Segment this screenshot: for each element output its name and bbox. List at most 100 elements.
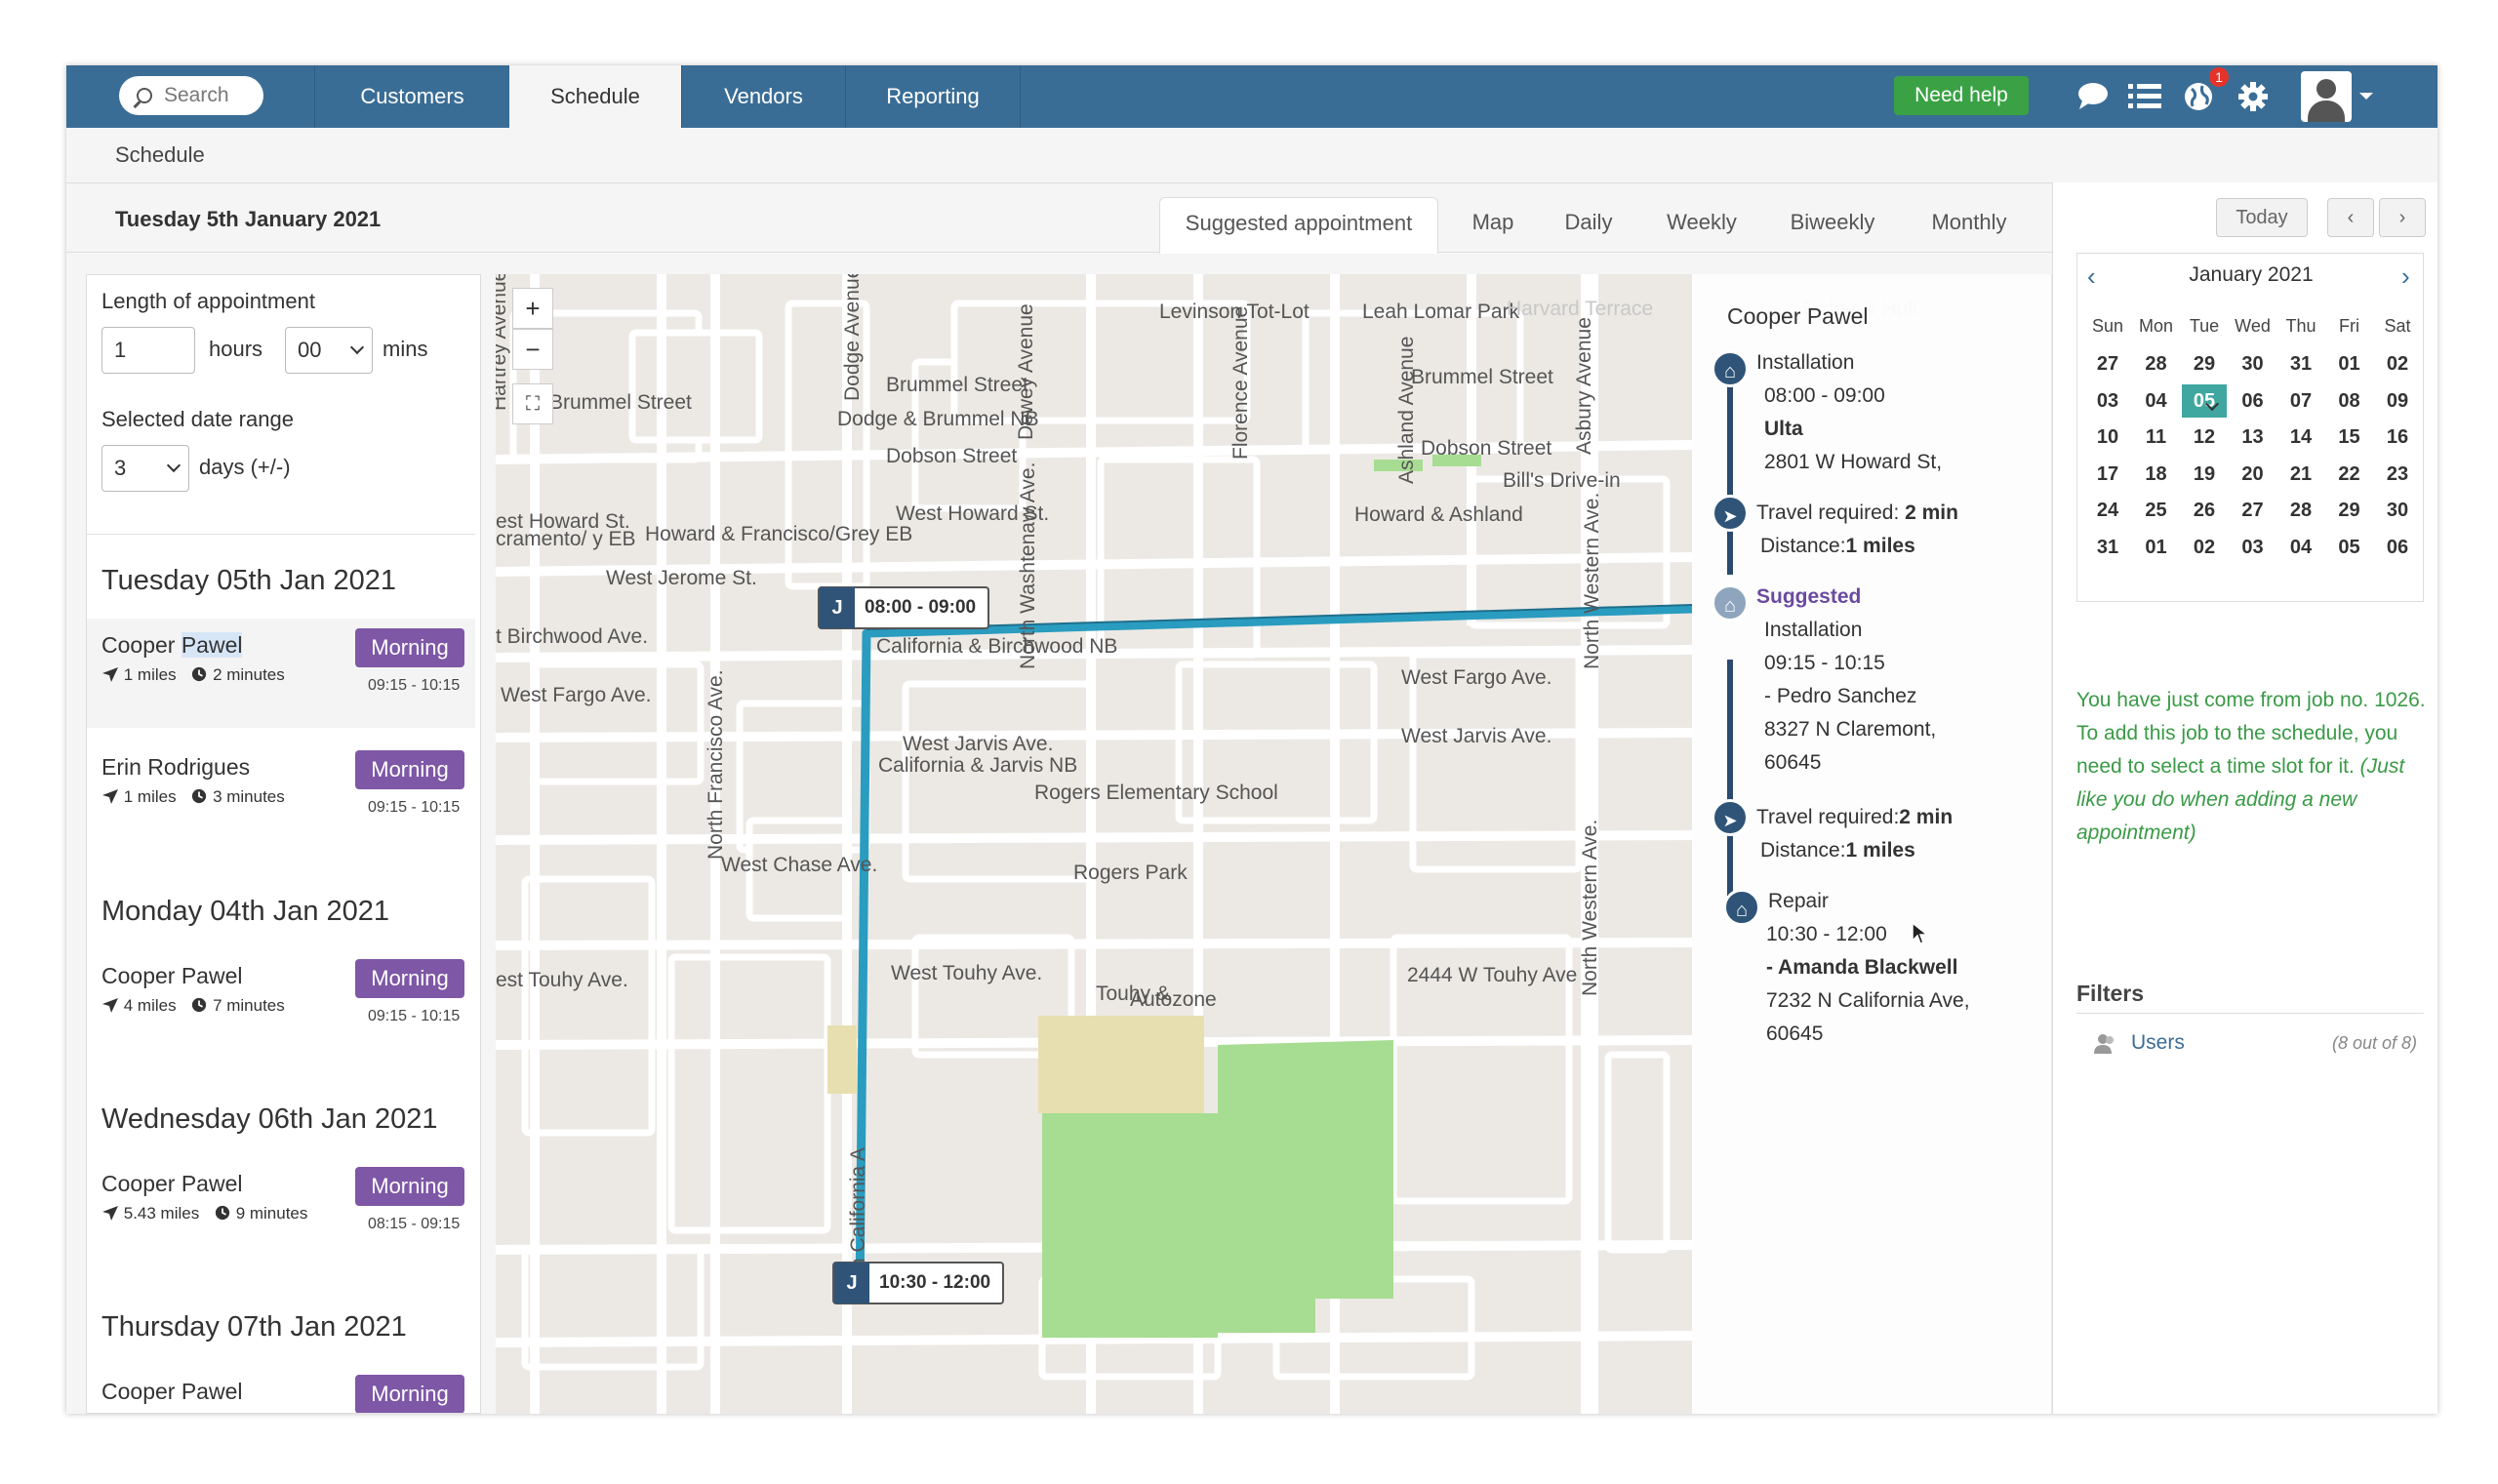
calendar-day[interactable]: 29 bbox=[2327, 494, 2372, 527]
breadcrumb: Schedule bbox=[115, 142, 205, 167]
next-week-button[interactable]: › bbox=[2379, 198, 2426, 237]
nav-tab-reporting[interactable]: Reporting bbox=[845, 65, 1021, 128]
zoom-out-button[interactable]: − bbox=[512, 329, 553, 370]
calendar-day[interactable]: 11 bbox=[2134, 421, 2179, 454]
list-item[interactable]: Cooper Pawel 1 miles 2 minutes Morning 0… bbox=[87, 619, 475, 728]
calendar-day[interactable]: 14 bbox=[2278, 421, 2323, 454]
calendar-day[interactable]: 27 bbox=[2085, 347, 2130, 381]
calendar-day[interactable]: 31 bbox=[2085, 531, 2130, 564]
tab-daily[interactable]: Daily bbox=[1542, 197, 1635, 248]
calendar-day[interactable]: 16 bbox=[2375, 421, 2420, 454]
calendar-day[interactable]: 19 bbox=[2182, 458, 2227, 491]
morning-button[interactable]: Morning bbox=[355, 1375, 464, 1413]
chevron-right-icon[interactable]: › bbox=[2401, 261, 2410, 292]
search-input[interactable]: Search bbox=[119, 76, 263, 115]
map[interactable]: Levinson Tot-Lot Leah Lomar Park Brummel S… bbox=[496, 274, 2052, 1414]
tab-biweekly[interactable]: Biweekly bbox=[1769, 197, 1896, 248]
mins-select[interactable]: 00 bbox=[285, 327, 373, 374]
today-button[interactable]: Today bbox=[2216, 198, 2308, 237]
calendar-day[interactable]: 20 bbox=[2231, 458, 2276, 491]
range-suffix: days (+/-) bbox=[199, 455, 291, 479]
calendar-day[interactable]: 28 bbox=[2278, 494, 2323, 527]
users-filter-link[interactable]: Users bbox=[2131, 1031, 2185, 1055]
list-icon[interactable] bbox=[2128, 81, 2161, 112]
calendar-day[interactable]: 15 bbox=[2327, 421, 2372, 454]
nav-tab-customers[interactable]: Customers bbox=[314, 65, 509, 128]
fullscreen-icon[interactable]: ⛶ bbox=[512, 383, 553, 424]
calendar-day[interactable]: 31 bbox=[2278, 347, 2323, 381]
calendar-weekday: Tue bbox=[2189, 316, 2220, 336]
calendar-day[interactable]: 06 bbox=[2231, 384, 2276, 418]
range-select[interactable]: 3 bbox=[101, 445, 189, 492]
calendar-day[interactable]: 30 bbox=[2375, 494, 2420, 527]
nav-tab-vendors[interactable]: Vendors bbox=[681, 65, 845, 128]
list-item[interactable]: Cooper Pawel 5.43 miles 9 minutes Mornin… bbox=[87, 1157, 475, 1266]
map-marker[interactable]: J 08:00 - 09:00 bbox=[818, 586, 990, 629]
chevron-down-icon[interactable] bbox=[2359, 93, 2373, 106]
calendar-day[interactable]: 03 bbox=[2231, 531, 2276, 564]
calendar-day[interactable]: 05 bbox=[2182, 383, 2227, 418]
calendar-day[interactable]: 22 bbox=[2327, 458, 2372, 491]
map-label: Leah Lomar Park bbox=[1362, 301, 1520, 323]
navigation-arrow-icon bbox=[102, 998, 118, 1013]
user-avatar[interactable] bbox=[2301, 71, 2352, 122]
calendar-day[interactable]: 17 bbox=[2085, 458, 2130, 491]
tab-suggested-appointment[interactable]: Suggested appointment bbox=[1159, 197, 1438, 254]
tab-monthly[interactable]: Monthly bbox=[1905, 197, 2034, 248]
tab-map[interactable]: Map bbox=[1452, 197, 1534, 248]
need-help-button[interactable]: Need help bbox=[1894, 76, 2029, 115]
calendar-day[interactable]: 04 bbox=[2134, 384, 2179, 418]
calendar-day[interactable]: 26 bbox=[2182, 494, 2227, 527]
gear-icon[interactable] bbox=[2236, 81, 2270, 112]
morning-button[interactable]: Morning bbox=[355, 750, 464, 789]
globe-icon[interactable] bbox=[2182, 81, 2215, 112]
calendar-day[interactable]: 08 bbox=[2327, 384, 2372, 418]
calendar-day[interactable]: 24 bbox=[2085, 494, 2130, 527]
morning-button[interactable]: Morning bbox=[355, 628, 464, 667]
calendar-day[interactable]: 05 bbox=[2327, 531, 2372, 564]
prev-week-button[interactable]: ‹ bbox=[2327, 198, 2374, 237]
morning-button[interactable]: Morning bbox=[355, 1167, 464, 1206]
home-icon: ⌂ bbox=[1712, 584, 1749, 622]
calendar-day[interactable]: 03 bbox=[2085, 384, 2130, 418]
calendar-day[interactable]: 02 bbox=[2375, 347, 2420, 381]
navigation-arrow-icon: ➤ bbox=[1712, 495, 1749, 532]
map-label: est Touhy Ave. bbox=[496, 969, 628, 991]
tab-weekly[interactable]: Weekly bbox=[1643, 197, 1760, 248]
range-label: Selected date range bbox=[101, 407, 294, 431]
calendar-day[interactable]: 09 bbox=[2375, 384, 2420, 418]
calendar-day[interactable]: 01 bbox=[2327, 347, 2372, 381]
calendar-day[interactable]: 04 bbox=[2278, 531, 2323, 564]
map-marker[interactable]: J 10:30 - 12:00 bbox=[832, 1262, 1005, 1304]
calendar-day[interactable]: 21 bbox=[2278, 458, 2323, 491]
nav-tab-schedule[interactable]: Schedule bbox=[509, 65, 681, 128]
scrollbar[interactable] bbox=[480, 612, 481, 709]
calendar-day[interactable]: 30 bbox=[2231, 347, 2276, 381]
list-item[interactable]: Cooper Pawel Morning bbox=[87, 1365, 475, 1413]
calendar-day[interactable]: 18 bbox=[2134, 458, 2179, 491]
calendar-day[interactable]: 25 bbox=[2134, 494, 2179, 527]
list-item[interactable]: Erin Rodrigues 1 miles 3 minutes Morning… bbox=[87, 741, 475, 850]
calendar-day[interactable]: 10 bbox=[2085, 421, 2130, 454]
map-label: Bill's Drive-in bbox=[1503, 469, 1621, 492]
mins-label: mins bbox=[383, 337, 428, 361]
zoom-in-button[interactable]: + bbox=[512, 288, 553, 329]
map-label: West Chase Ave. bbox=[721, 854, 877, 876]
map-label: Rogers Elementary School bbox=[1034, 782, 1278, 804]
calendar-day[interactable]: 23 bbox=[2375, 458, 2420, 491]
travel-2: Travel required:2 min Distance:1 miles bbox=[1756, 806, 1954, 862]
list-item[interactable]: Cooper Pawel 4 miles 7 minutes Morning 0… bbox=[87, 949, 475, 1059]
morning-button[interactable]: Morning bbox=[355, 959, 464, 998]
calendar-day[interactable]: 28 bbox=[2134, 347, 2179, 381]
calendar-day[interactable]: 27 bbox=[2231, 494, 2276, 527]
calendar-day[interactable]: 06 bbox=[2375, 531, 2420, 564]
calendar-day[interactable]: 29 bbox=[2182, 347, 2227, 381]
hours-input[interactable]: 1 bbox=[101, 327, 195, 374]
calendar-day[interactable]: 07 bbox=[2278, 384, 2323, 418]
slot-name: Cooper Pawel bbox=[101, 963, 243, 988]
chat-icon[interactable] bbox=[2076, 81, 2110, 112]
calendar-day[interactable]: 12 bbox=[2182, 421, 2227, 454]
calendar-day[interactable]: 02 bbox=[2182, 531, 2227, 564]
calendar-day[interactable]: 01 bbox=[2134, 531, 2179, 564]
calendar-day[interactable]: 13 bbox=[2231, 421, 2276, 454]
